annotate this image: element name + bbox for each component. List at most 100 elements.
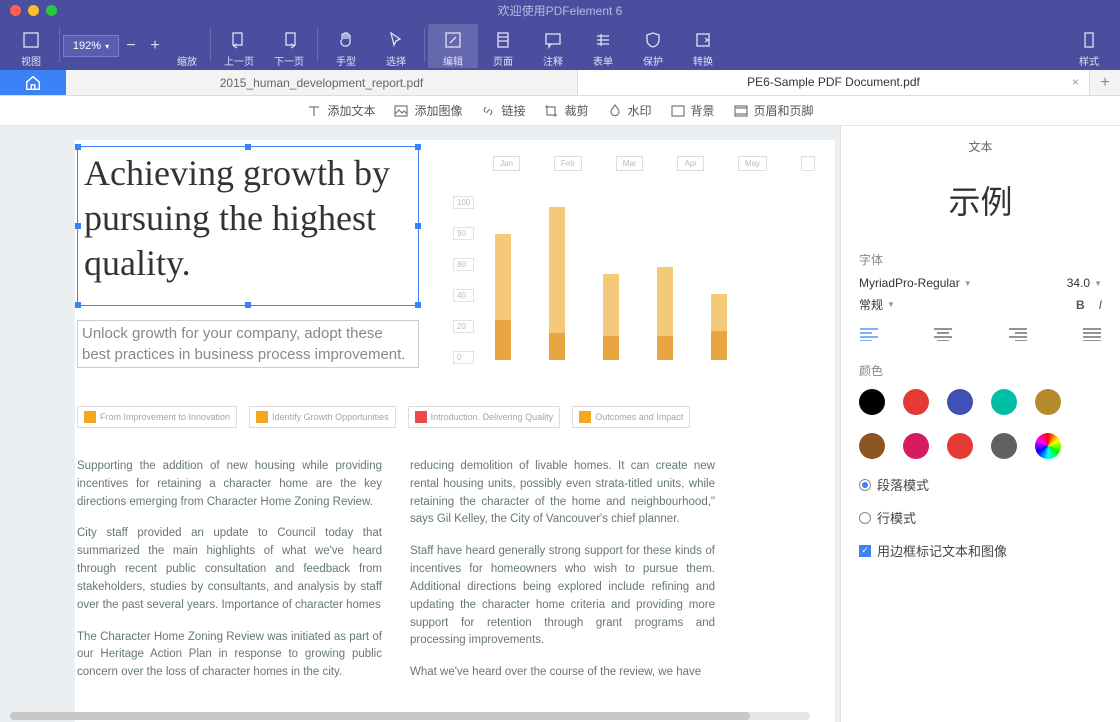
tab-2[interactable]: PE6-Sample PDF Document.pdf ×	[578, 70, 1090, 95]
protect-button[interactable]: 保护	[628, 24, 678, 68]
text-align-group	[859, 327, 1102, 344]
swatch-brown[interactable]	[859, 433, 885, 459]
swatch-red[interactable]	[903, 389, 929, 415]
zoom-label: 缩放	[177, 53, 197, 68]
subhead-box[interactable]: Unlock growth for your company, adopt th…	[77, 320, 419, 368]
legend-empty	[801, 156, 815, 171]
title-bar: 欢迎使用PDFelement 6	[0, 0, 1120, 21]
style-label: 样式	[1079, 53, 1099, 68]
view-button[interactable]: 视图	[6, 24, 56, 68]
add-tab-button[interactable]: +	[1090, 70, 1120, 95]
prev-label: 上一页	[224, 53, 254, 68]
paragraph-mode-radio[interactable]: 段落模式	[859, 475, 1102, 494]
nav-1[interactable]: From Improvement to Innovation	[77, 406, 237, 428]
background-button[interactable]: 背景	[670, 102, 715, 119]
document-tabs: 2015_human_development_report.pdf PE6-Sa…	[0, 70, 1120, 96]
nav-3[interactable]: Introduction. Delivering Quality	[408, 406, 561, 428]
font-style-select[interactable]: 常规▼	[859, 296, 895, 313]
zoom-out-button[interactable]: −	[119, 35, 143, 57]
p-r3: What we've heard over the course of the …	[410, 664, 715, 682]
align-left-button[interactable]	[859, 327, 879, 344]
window-title: 欢迎使用PDFelement 6	[0, 2, 1120, 19]
link-button[interactable]: 链接	[480, 102, 525, 119]
p-r2: Staff have heard generally strong suppor…	[410, 543, 715, 650]
doc-nav-row: From Improvement to Innovation Identify …	[77, 406, 690, 428]
align-center-button[interactable]	[933, 327, 953, 344]
prev-page-button[interactable]: 上一页	[214, 24, 264, 68]
h-scrollbar[interactable]	[10, 712, 810, 720]
home-button[interactable]	[0, 70, 66, 95]
font-size-select[interactable]: 34.0▼	[1067, 276, 1102, 290]
p-r1: reducing demolition of livable homes. It…	[410, 458, 715, 529]
add-text-button[interactable]: 添加文本	[306, 102, 375, 119]
annotate-button[interactable]: 注释	[528, 24, 578, 68]
tab-2-label: PE6-Sample PDF Document.pdf	[747, 75, 920, 89]
tab-1-label: 2015_human_development_report.pdf	[220, 76, 423, 90]
zoom-in-button[interactable]: +	[143, 35, 167, 57]
edit-button[interactable]: 编辑	[428, 24, 478, 68]
swatch-teal[interactable]	[991, 389, 1017, 415]
headline-text[interactable]: Achieving growth by pursuing the highest…	[78, 147, 418, 290]
nav-4[interactable]: Outcomes and Impact	[572, 406, 690, 428]
p-l1: Supporting the addition of new housing w…	[77, 458, 382, 511]
tab-1[interactable]: 2015_human_development_report.pdf	[66, 70, 578, 95]
bar-mar	[603, 274, 619, 360]
watermark-button[interactable]: 水印	[607, 102, 652, 119]
style-button[interactable]: 样式	[1064, 24, 1114, 68]
select-label: 选择	[386, 53, 406, 68]
col-left[interactable]: Supporting the addition of new housing w…	[77, 458, 382, 696]
col-right[interactable]: reducing demolition of livable homes. It…	[410, 458, 715, 696]
bar-feb	[549, 207, 565, 360]
italic-button[interactable]: I	[1099, 298, 1102, 312]
swatch-red-2[interactable]	[947, 433, 973, 459]
font-family-select[interactable]: MyriadPro-Regular▼	[859, 276, 972, 290]
page-label: 页面	[493, 53, 513, 68]
swatch-picker[interactable]	[1035, 433, 1061, 459]
legend-feb: Feb	[554, 156, 582, 171]
page-button[interactable]: 页面	[478, 24, 528, 68]
convert-button[interactable]: 转换	[678, 24, 728, 68]
checkbox-on-icon: ✓	[859, 545, 871, 557]
swatch-gray[interactable]	[991, 433, 1017, 459]
next-label: 下一页	[274, 53, 304, 68]
header-footer-button[interactable]: 页眉和页脚	[733, 102, 814, 119]
swatch-blue[interactable]	[947, 389, 973, 415]
table-label: 表单	[593, 53, 613, 68]
add-image-button[interactable]: 添加图像	[393, 102, 462, 119]
next-page-button[interactable]: 下一页	[264, 24, 314, 68]
color-section-label: 颜色	[859, 362, 1102, 379]
select-tool-button[interactable]: 选择	[371, 24, 421, 68]
legend-mar: Mar	[616, 156, 644, 171]
main-toolbar: 视图 192%▾ − + 缩放 上一页 下一页 手型 选择 编辑 页面 注释 表…	[0, 21, 1120, 70]
hand-tool-button[interactable]: 手型	[321, 24, 371, 68]
align-right-button[interactable]	[1008, 327, 1028, 344]
radio-on-icon	[859, 479, 871, 491]
crop-button[interactable]: 裁剪	[543, 102, 588, 119]
zoom-select[interactable]: 192%▾	[63, 35, 119, 57]
nav-2[interactable]: Identify Growth Opportunities	[249, 406, 396, 428]
swatch-magenta[interactable]	[903, 433, 929, 459]
font-section-label: 字体	[859, 251, 1102, 268]
properties-panel: 文本 示例 字体 MyriadPro-Regular▼ 34.0▼ 常规▼ B …	[840, 126, 1120, 722]
close-tab-icon[interactable]: ×	[1072, 75, 1079, 89]
mark-borders-checkbox[interactable]: ✓ 用边框标记文本和图像	[859, 541, 1102, 560]
sample-preview: 示例	[859, 177, 1102, 223]
body-columns: Supporting the addition of new housing w…	[77, 458, 715, 696]
hand-label: 手型	[336, 53, 356, 68]
swatch-black[interactable]	[859, 389, 885, 415]
form-button[interactable]: 表单	[578, 24, 628, 68]
canvas-viewport[interactable]: Achieving growth by pursuing the highest…	[0, 126, 840, 722]
selected-text-box[interactable]: Achieving growth by pursuing the highest…	[77, 146, 419, 306]
align-justify-button[interactable]	[1082, 327, 1102, 344]
line-mode-radio[interactable]: 行模式	[859, 508, 1102, 527]
protect-label: 保护	[643, 53, 663, 68]
swatch-ochre[interactable]	[1035, 389, 1061, 415]
p-l3: The Character Home Zoning Review was ini…	[77, 629, 382, 682]
color-swatches	[859, 389, 1102, 459]
legend-apr: Apr	[677, 156, 703, 171]
work-area: Achieving growth by pursuing the highest…	[0, 126, 1120, 722]
zoom-group: 192%▾ − +	[63, 24, 167, 68]
bold-button[interactable]: B	[1076, 298, 1085, 312]
legend-may: May	[738, 156, 767, 171]
h-scrollbar-thumb[interactable]	[10, 712, 750, 720]
